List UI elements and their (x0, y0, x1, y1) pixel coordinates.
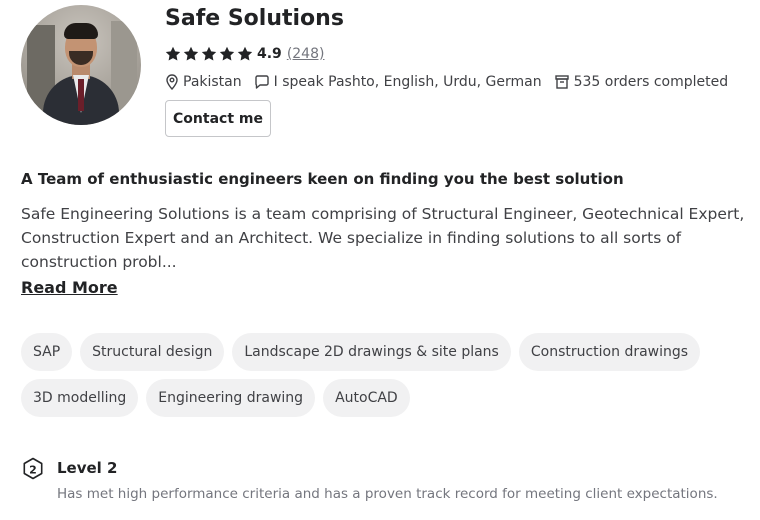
rating: 4.9 (248) (165, 44, 324, 64)
location-text: Pakistan (183, 74, 242, 90)
level-badge-icon: 2 (23, 457, 43, 480)
languages: I speak Pashto, English, Urdu, German (254, 74, 542, 90)
orders: 535 orders completed (554, 74, 729, 90)
location-pin-icon (166, 74, 178, 90)
contact-me-button[interactable]: Contact me (165, 100, 271, 137)
skill-tag[interactable]: Engineering drawing (146, 379, 316, 417)
star-icon (201, 46, 217, 61)
read-more-link[interactable]: Read More (21, 278, 118, 297)
skill-tag[interactable]: Construction drawings (518, 333, 701, 371)
skill-tag[interactable]: Structural design (80, 333, 225, 371)
rating-value: 4.9 (257, 46, 282, 62)
skill-tag[interactable]: 3D modelling (21, 379, 139, 417)
seller-name: Safe Solutions (165, 6, 344, 31)
about-description: Safe Engineering Solutions is a team com… (21, 205, 745, 271)
seller-meta: Pakistan I speak Pashto, English, Urdu, … (165, 72, 740, 92)
star-icon (237, 46, 253, 61)
star-icon (219, 46, 235, 61)
star-rating (165, 46, 255, 62)
skills-list: SAP Structural design Landscape 2D drawi… (21, 333, 746, 417)
box-icon (554, 75, 569, 89)
skill-tag[interactable]: SAP (21, 333, 73, 371)
star-icon (165, 46, 181, 61)
about-headline: A Team of enthusiastic engineers keen on… (21, 170, 624, 188)
orders-text: 535 orders completed (573, 74, 729, 90)
avatar (21, 5, 141, 125)
skill-tag[interactable]: Landscape 2D drawings & site plans (232, 333, 511, 371)
level-badge-number: 2 (29, 464, 37, 477)
level-description: Has met high performance criteria and ha… (57, 486, 718, 502)
languages-text: I speak Pashto, English, Urdu, German (273, 74, 542, 90)
location: Pakistan (165, 74, 242, 90)
level-title: Level 2 (57, 459, 118, 477)
speech-bubble-icon (254, 75, 269, 89)
star-icon (183, 46, 199, 61)
skill-tag[interactable]: AutoCAD (323, 379, 410, 417)
rating-count-link[interactable]: (248) (287, 46, 325, 62)
